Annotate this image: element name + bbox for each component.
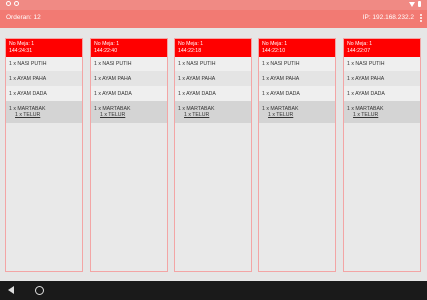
- order-item: 1 x NASI PUTIH: [175, 57, 251, 71]
- table-number: No Meja: 1: [178, 41, 204, 47]
- order-item: 1 x NASI PUTIH: [259, 57, 335, 71]
- order-item: 1 x AYAM PAHA: [6, 71, 82, 86]
- back-icon[interactable]: [8, 286, 14, 294]
- order-item: 1 x AYAM PAHA: [175, 71, 251, 86]
- order-item: 1 x NASI PUTIH: [344, 57, 420, 71]
- order-card-header: No Meja: 1 144:22:07: [344, 39, 420, 57]
- order-item: 1 x AYAM PAHA: [91, 71, 167, 86]
- overflow-menu-icon[interactable]: [420, 14, 422, 23]
- order-card-header: No Meja: 1 144:24:31: [6, 39, 82, 57]
- order-card[interactable]: No Meja: 1 144:24:31 1 x NASI PUTIH 1 x …: [5, 38, 83, 272]
- sync-icon: [14, 1, 19, 6]
- battery-icon: [418, 1, 421, 7]
- order-item: 1 x AYAM DADA: [6, 86, 82, 101]
- table-number: No Meja: 1: [9, 41, 35, 47]
- order-item: 1 x AYAM PAHA: [259, 71, 335, 86]
- order-item: 1 x AYAM DADA: [259, 86, 335, 101]
- home-icon[interactable]: [35, 286, 44, 295]
- order-card[interactable]: No Meja: 1 144:22:40 1 x NASI PUTIH 1 x …: [90, 38, 168, 272]
- order-item-option: 1 x TELUR: [353, 112, 379, 118]
- table-number: No Meja: 1: [347, 41, 373, 47]
- order-item: 1 x NASI PUTIH: [6, 57, 82, 71]
- order-board: No Meja: 1 144:24:31 1 x NASI PUTIH 1 x …: [0, 28, 427, 281]
- order-item: 1 x AYAM DADA: [175, 86, 251, 101]
- order-item: 1 x MARTABAK 1 x TELUR: [344, 101, 420, 123]
- order-card-header: No Meja: 1 144:22:18: [175, 39, 251, 57]
- navigation-bar: [0, 281, 427, 300]
- order-card-header: No Meja: 1 144:22:40: [91, 39, 167, 57]
- order-card-header: No Meja: 1 144:22:10: [259, 39, 335, 57]
- order-item-option: 1 x TELUR: [15, 112, 41, 118]
- order-timer: 144:22:10: [262, 48, 286, 54]
- order-item: 1 x MARTABAK 1 x TELUR: [91, 101, 167, 123]
- order-item: 1 x AYAM DADA: [344, 86, 420, 101]
- notification-icon: [6, 1, 11, 6]
- page-title: Orderan: 12: [6, 14, 41, 21]
- order-item-option: 1 x TELUR: [100, 112, 126, 118]
- order-timer: 144:22:07: [347, 48, 371, 54]
- order-card[interactable]: No Meja: 1 144:22:07 1 x NASI PUTIH 1 x …: [343, 38, 421, 272]
- order-item: 1 x MARTABAK 1 x TELUR: [175, 101, 251, 123]
- order-card[interactable]: No Meja: 1 144:22:10 1 x NASI PUTIH 1 x …: [258, 38, 336, 272]
- table-number: No Meja: 1: [94, 41, 120, 47]
- ip-address: IP: 192.168.232.2: [362, 14, 414, 21]
- order-timer: 144:22:18: [178, 48, 202, 54]
- order-item: 1 x NASI PUTIH: [91, 57, 167, 71]
- wifi-icon: [409, 1, 415, 7]
- order-item: 1 x MARTABAK 1 x TELUR: [6, 101, 82, 123]
- order-card[interactable]: No Meja: 1 144:22:18 1 x NASI PUTIH 1 x …: [174, 38, 252, 272]
- order-timer: 144:24:31: [9, 48, 33, 54]
- app-bar: Orderan: 12 IP: 192.168.232.2: [0, 10, 427, 28]
- order-item-option: 1 x TELUR: [268, 112, 294, 118]
- order-item-option: 1 x TELUR: [184, 112, 210, 118]
- order-item: 1 x AYAM PAHA: [344, 71, 420, 86]
- order-timer: 144:22:40: [94, 48, 118, 54]
- order-item: 1 x MARTABAK 1 x TELUR: [259, 101, 335, 123]
- order-item: 1 x AYAM DADA: [91, 86, 167, 101]
- table-number: No Meja: 1: [262, 41, 288, 47]
- status-bar: [0, 0, 427, 10]
